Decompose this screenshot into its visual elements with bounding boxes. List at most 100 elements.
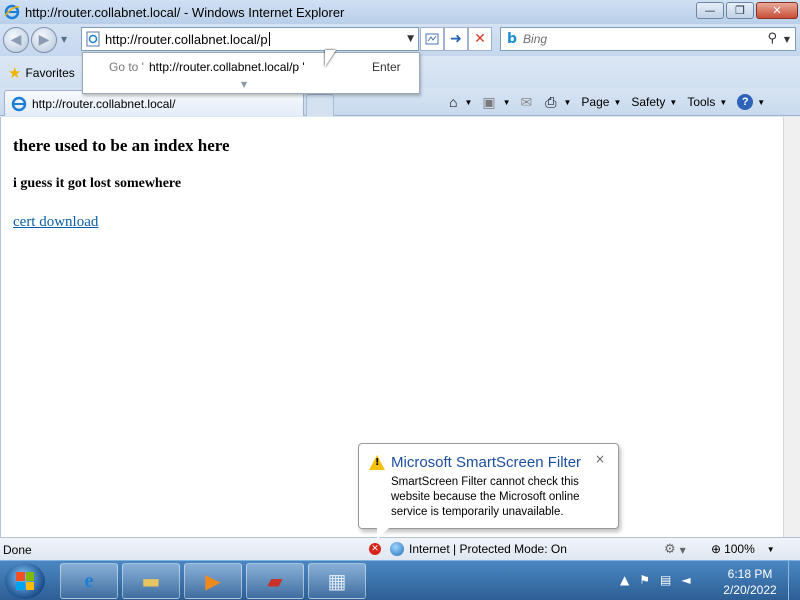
taskbar-media-player[interactable]: ▶: [184, 563, 242, 599]
chevron-down-icon: ▼: [757, 97, 766, 107]
chevron-down-icon: ▼: [719, 97, 728, 107]
printer-icon: ⎙: [545, 93, 557, 110]
mouse-cursor-icon: [325, 50, 336, 67]
control-panel-icon: ▦: [327, 569, 347, 593]
home-icon: ⌂: [449, 94, 458, 110]
globe-icon: [390, 542, 404, 556]
help-menu[interactable]: ? ▼: [734, 91, 768, 113]
mail-icon: ✉: [520, 93, 533, 110]
security-zone[interactable]: Internet | Protected Mode: On: [390, 542, 567, 556]
warning-exclamation: !: [375, 457, 380, 468]
search-icon[interactable]: ⚲: [767, 31, 777, 46]
smartscreen-notification: ! Microsoft SmartScreen Filter × SmartSc…: [358, 443, 619, 540]
expand-chevron-icon[interactable]: ▼: [241, 80, 247, 89]
status-bar: Done ✕ Internet | Protected Mode: On ⚙ ▼ …: [0, 537, 800, 560]
go-button[interactable]: ➜: [444, 27, 468, 51]
chevron-down-icon: ▼: [669, 97, 678, 107]
page-menu[interactable]: Page ▼: [578, 91, 624, 113]
zoom-control[interactable]: ⊕ 100% ▼: [711, 542, 775, 556]
chevron-down-icon: ▼: [679, 546, 686, 555]
shield-icon: ⚙: [664, 542, 676, 557]
favorites-button[interactable]: ★ Favorites: [8, 64, 75, 82]
balloon-tail: [377, 528, 389, 540]
new-tab-button[interactable]: [306, 94, 334, 116]
chevron-down-icon: ▼: [563, 97, 572, 107]
chevron-down-icon: ▼: [464, 97, 473, 107]
vertical-scrollbar[interactable]: [783, 117, 800, 537]
taskbar-toolbox-app[interactable]: ▰: [246, 563, 304, 599]
command-bar: ⌂ ▼ ▣ ▼ ✉ ⎙ ▼ Page ▼ Safety ▼ Tools ▼ ? ▼: [446, 91, 768, 113]
rss-feed-icon: ▣: [482, 93, 496, 110]
back-button[interactable]: ◀: [3, 27, 29, 53]
smartscreen-error-icon[interactable]: ✕: [369, 543, 381, 555]
minimize-button[interactable]: —: [696, 2, 724, 19]
clock-date: 2/20/2022: [723, 583, 777, 597]
zone-label: Internet | Protected Mode: On: [409, 542, 567, 556]
show-hidden-icons-icon[interactable]: ▲: [620, 573, 629, 587]
status-text: Done: [3, 543, 32, 557]
system-tray: ▲ ⚑ ▤ ◄: [620, 573, 691, 587]
toolbox-icon: ▰: [267, 569, 283, 593]
title-bar: http://router.collabnet.local/ - Windows…: [0, 0, 800, 24]
windows-logo-icon: [16, 572, 34, 590]
goto-url: http://router.collabnet.local/p ': [149, 60, 305, 74]
chevron-down-icon: ▼: [502, 97, 511, 107]
window-controls: — ❐ ✕: [696, 2, 798, 19]
close-button[interactable]: ✕: [756, 2, 798, 19]
notification-close-button[interactable]: ×: [595, 452, 605, 466]
forward-button[interactable]: ▶: [31, 27, 57, 53]
protection-settings-button[interactable]: ⚙ ▼: [664, 542, 686, 557]
clock[interactable]: 6:18 PM 2/20/2022: [718, 566, 782, 598]
clock-time: 6:18 PM: [727, 567, 773, 581]
forward-arrow-icon: ▶: [38, 32, 50, 48]
help-icon: ?: [737, 94, 754, 110]
internet-explorer-icon: e: [84, 569, 94, 592]
page-icon: [86, 31, 100, 47]
enter-hint: Enter: [372, 60, 401, 74]
print-button[interactable]: ⎙ ▼: [542, 91, 574, 113]
window-title: http://router.collabnet.local/ - Windows…: [25, 4, 345, 20]
feeds-button[interactable]: ▣ ▼: [479, 91, 513, 113]
go-arrow-icon: ➜: [450, 31, 462, 47]
search-box[interactable]: b Bing ⚲ ▼: [500, 27, 796, 51]
favorites-label: Favorites: [25, 66, 75, 80]
tools-menu[interactable]: Tools ▼: [684, 91, 730, 113]
smartscreen-title: Microsoft SmartScreen Filter: [391, 454, 582, 471]
read-mail-button[interactable]: ✉: [518, 91, 539, 113]
stop-icon: ✕: [474, 31, 486, 47]
address-actions: ➜ ✕: [420, 27, 492, 51]
taskbar-internet-explorer[interactable]: e: [60, 563, 118, 599]
address-input[interactable]: http://router.collabnet.local/p: [105, 32, 268, 47]
show-desktop-button[interactable]: [788, 561, 800, 600]
chevron-down-icon: ▼: [613, 97, 622, 107]
search-options-dropdown-icon[interactable]: ▼: [784, 35, 790, 44]
taskbar-control-panel[interactable]: ▦: [308, 563, 366, 599]
smartscreen-message: SmartScreen Filter cannot check this web…: [391, 476, 580, 518]
taskbar: e ▬ ▶ ▰ ▦ ▲ ⚑ ▤ ◄ 6:18 PM 2/20/2022: [0, 560, 800, 600]
network-icon[interactable]: ▤: [660, 573, 671, 587]
home-button[interactable]: ⌂ ▼: [446, 91, 475, 113]
action-center-flag-icon[interactable]: ⚑: [639, 573, 650, 587]
stop-button[interactable]: ✕: [468, 27, 492, 51]
start-button[interactable]: [5, 563, 45, 599]
tab-label: http://router.collabnet.local/: [32, 96, 176, 111]
volume-muted-icon[interactable]: ◄: [681, 573, 690, 587]
folder-icon: ▬: [141, 569, 161, 593]
page-menu-label: Page: [581, 95, 610, 109]
bing-icon: b: [507, 31, 518, 47]
star-icon: ★: [8, 64, 22, 82]
taskbar-file-explorer[interactable]: ▬: [122, 563, 180, 599]
tools-menu-label: Tools: [687, 95, 716, 109]
cert-download-link[interactable]: cert download: [13, 214, 98, 231]
recent-pages-dropdown-icon[interactable]: ▼: [61, 35, 67, 44]
address-bar[interactable]: http://router.collabnet.local/p ▼: [81, 27, 419, 51]
tab-page-icon: [11, 96, 27, 111]
address-dropdown-icon[interactable]: ▼: [407, 34, 414, 44]
page-heading: there used to be an index here: [13, 136, 230, 155]
safety-menu-label: Safety: [631, 95, 666, 109]
compatibility-view-button[interactable]: [420, 27, 444, 51]
search-input[interactable]: Bing: [523, 32, 547, 46]
maximize-button[interactable]: ❐: [726, 2, 754, 19]
autocomplete-goto-row[interactable]: Go to ' http://router.collabnet.local/p …: [83, 57, 419, 77]
safety-menu[interactable]: Safety ▼: [628, 91, 680, 113]
